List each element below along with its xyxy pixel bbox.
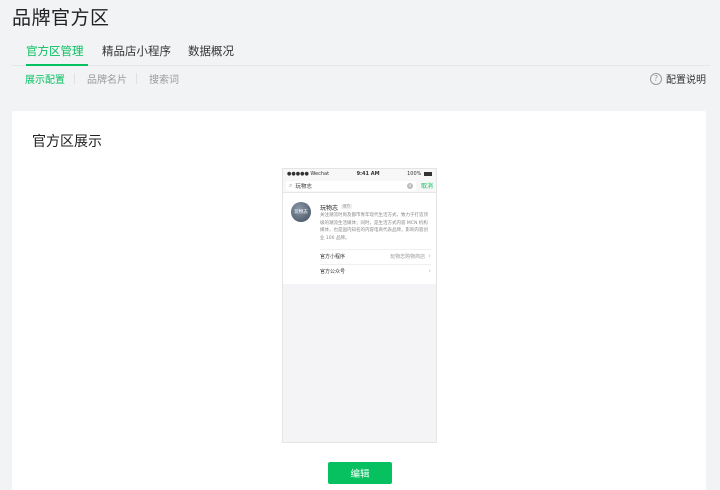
battery-icon xyxy=(424,171,432,176)
row-label: 官方公众号 xyxy=(320,268,346,275)
page-title: 品牌官方区 xyxy=(12,7,110,29)
edit-button[interactable]: 编辑 xyxy=(328,462,392,484)
clear-icon: ✕ xyxy=(406,182,413,189)
preview-cancel-label: 取消 xyxy=(420,183,433,190)
subtab-separator xyxy=(74,73,75,84)
preview-search-query: 玩物志 xyxy=(295,183,312,190)
question-circle-icon: ? xyxy=(650,72,662,85)
official-mini-program-row: 官方小程序 玩物志购物商店 › xyxy=(320,249,431,262)
tab-official-zone-management[interactable]: 官方区管理 xyxy=(26,43,84,59)
brand-result-card: 玩物志 玩物志 官方 关注潮流时尚及都市青年现代生活方式，致力于打造顶级的潮流生… xyxy=(283,193,436,284)
display-panel: 官方区展示 ●●●●● Wechat 9:41 AM 100% ⌕ 玩物志 ✕ … xyxy=(12,111,706,490)
main-tabs: 官方区管理 精品店小程序 数据概况 xyxy=(12,38,710,66)
subtab-search-terms[interactable]: 搜索词 xyxy=(149,71,179,86)
row-label: 官方小程序 xyxy=(320,253,346,260)
active-tab-underline xyxy=(26,64,88,66)
subtab-brand-card[interactable]: 品牌名片 xyxy=(87,71,127,86)
config-help-link[interactable]: ? 配置说明 xyxy=(650,71,706,86)
status-time: 9:41 AM xyxy=(356,171,380,177)
phone-preview: ●●●●● Wechat 9:41 AM 100% ⌕ 玩物志 ✕ 取消 玩物志… xyxy=(282,168,437,443)
panel-title: 官方区展示 xyxy=(32,134,102,150)
search-icon: ⌕ xyxy=(289,181,293,189)
brand-avatar: 玩物志 xyxy=(291,202,311,222)
tab-data-overview[interactable]: 数据概况 xyxy=(188,43,234,59)
brand-name: 玩物志 xyxy=(320,205,339,212)
chevron-right-icon: › xyxy=(428,252,431,260)
tab-boutique-mini-program[interactable]: 精品店小程序 xyxy=(102,43,171,59)
carrier-label: ●●●●● Wechat xyxy=(287,171,330,177)
row-value: 玩物志购物商店 xyxy=(390,253,426,260)
preview-search-bar: ⌕ 玩物志 ✕ 取消 xyxy=(283,179,436,193)
brand-official-badge: 官方 xyxy=(341,204,352,209)
chevron-right-icon: › xyxy=(428,267,431,275)
official-account-row: 官方公众号 › xyxy=(320,264,431,277)
subtab-display-config[interactable]: 展示配置 xyxy=(25,71,65,86)
preview-search-box: ⌕ 玩物志 ✕ xyxy=(286,180,416,191)
subtab-separator xyxy=(136,73,137,84)
phone-status-bar: ●●●●● Wechat 9:41 AM 100% xyxy=(283,169,436,179)
config-help-label: 配置说明 xyxy=(666,75,706,86)
battery-label: 100% xyxy=(407,171,422,177)
battery-status: 100% xyxy=(407,171,432,177)
brand-description: 关注潮流时尚及都市青年现代生活方式，致力于打造顶级的潮流生活媒体；同时，是生活方… xyxy=(320,213,428,241)
